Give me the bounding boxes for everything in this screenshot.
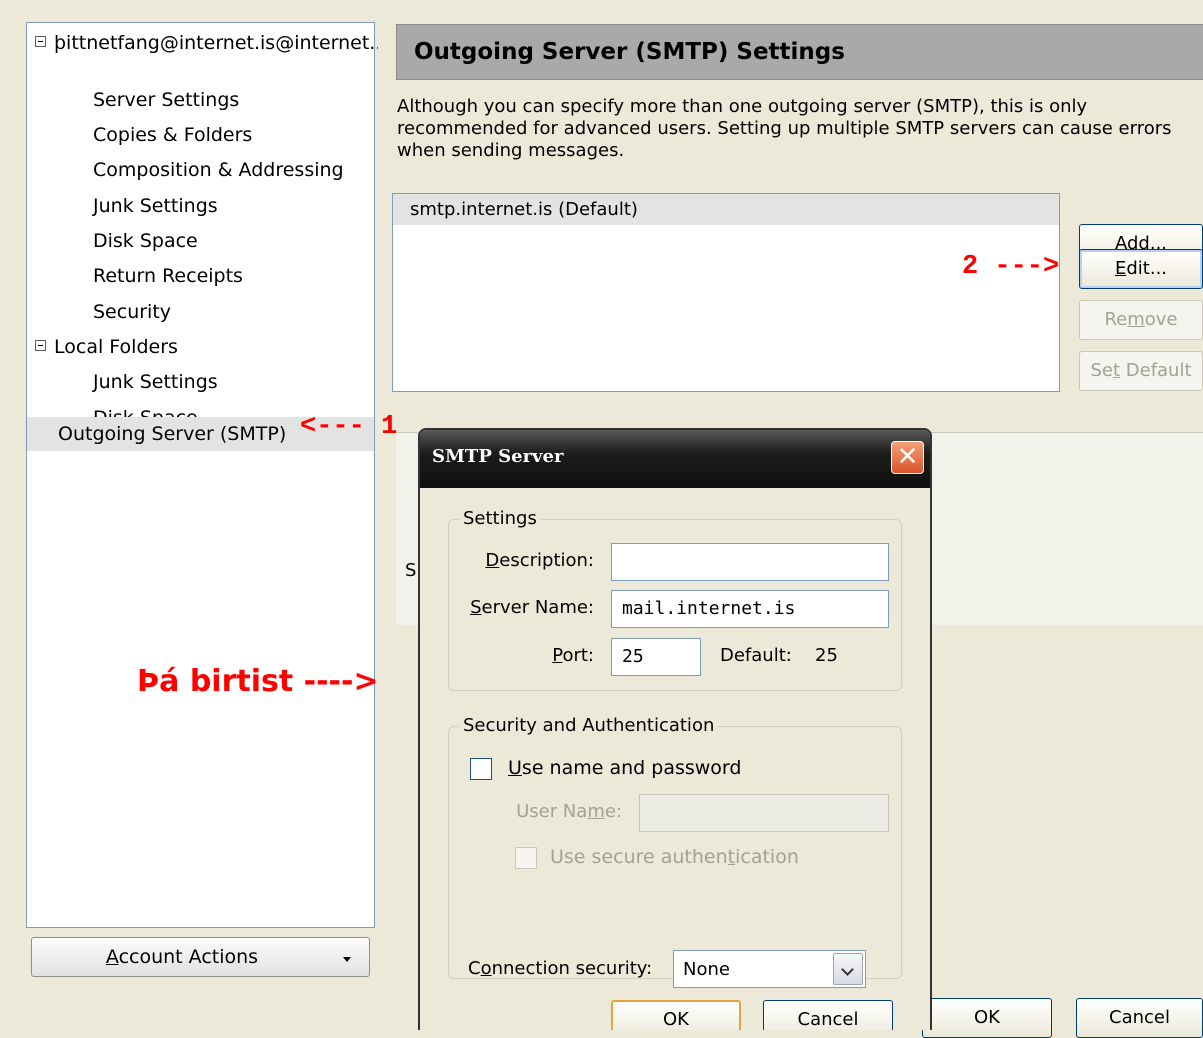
smtp-description-text: Although you can specify more than one o…	[397, 96, 1172, 161]
tree-item-label: Junk Settings	[93, 371, 218, 393]
cancel-button[interactable]: Cancel	[1076, 998, 1203, 1038]
ok-button[interactable]: OK	[922, 998, 1052, 1038]
connection-security-select[interactable]: None	[673, 950, 866, 988]
tree-item-label: Outgoing Server (SMTP)	[58, 423, 287, 445]
dropdown-arrow-icon	[343, 957, 351, 962]
secure-auth-label: Use secure authentication	[550, 846, 799, 868]
tree-item-junk-settings[interactable]: Junk Settings	[27, 189, 374, 223]
server-name-label: Server Name:	[470, 597, 594, 618]
tree-item-local-junk-settings[interactable]: Junk Settings	[27, 365, 374, 399]
user-name-field[interactable]	[639, 794, 889, 832]
set-default-button[interactable]: Set Default	[1079, 351, 1203, 391]
default-port-label: Default:	[720, 645, 792, 666]
details-label: S	[405, 560, 417, 581]
server-name-field[interactable]: mail.internet.is	[611, 590, 889, 628]
edit-button[interactable]: Edit...	[1079, 249, 1203, 289]
dialog-ok-button[interactable]: OK	[611, 1000, 741, 1030]
tree-item-account[interactable]: þittnetfang@internet.is@internet...	[27, 26, 387, 60]
description-label: Description:	[485, 550, 594, 571]
tree-item-label: Local Folders	[54, 336, 178, 358]
dialog-body: Settings Description: Server Name: mail.…	[428, 488, 922, 1030]
tree-item-disk-space[interactable]: Disk Space	[27, 224, 374, 258]
chevron-down-icon[interactable]	[833, 953, 863, 985]
default-port-value: 25	[815, 645, 838, 666]
tree-item-label: Composition & Addressing	[93, 159, 344, 181]
collapse-icon[interactable]	[35, 36, 46, 47]
use-name-password-label[interactable]: Use name and password	[508, 757, 741, 779]
dialog-cancel-button[interactable]: Cancel	[763, 1000, 893, 1030]
port-field[interactable]: 25	[611, 638, 701, 676]
connection-security-value: None	[683, 959, 730, 980]
page-title: Outgoing Server (SMTP) Settings	[396, 24, 1203, 80]
annotation-step-2: 2 --->	[962, 252, 1060, 282]
settings-legend: Settings	[459, 508, 541, 529]
collapse-icon[interactable]	[35, 340, 46, 351]
account-actions-button[interactable]: Account Actions	[31, 937, 370, 977]
tree-item-label: Security	[93, 301, 172, 323]
security-legend: Security and Authentication	[459, 715, 719, 736]
secure-auth-checkbox[interactable]	[515, 847, 537, 869]
tree-item-copies-folders[interactable]: Copies & Folders	[27, 118, 374, 152]
account-actions-label: Account Actions	[105, 946, 259, 968]
tree-item-label: Server Settings	[93, 89, 240, 111]
tree-item-local-folders[interactable]: Local Folders	[27, 330, 374, 364]
port-label: Port:	[552, 645, 594, 666]
account-tree[interactable]: þittnetfang@internet.is@internet... Serv…	[26, 22, 387, 928]
annotation-step-1: <--- 1	[300, 412, 398, 442]
tree-item-return-receipts[interactable]: Return Receipts	[27, 259, 374, 293]
tree-item-label: Return Receipts	[93, 265, 243, 287]
close-icon[interactable]: ✕	[891, 441, 924, 474]
tree-item-label: Copies & Folders	[93, 124, 253, 146]
tree-item-label: Junk Settings	[93, 195, 218, 217]
annotation-then-appears: Þá birtist ---->	[137, 664, 379, 699]
use-name-password-checkbox[interactable]	[470, 758, 492, 780]
smtp-server-dialog: SMTP Server ✕ Settings Description: Serv…	[418, 428, 932, 1030]
connection-security-label: Connection security:	[468, 958, 653, 979]
smtp-server-row[interactable]: smtp.internet.is (Default)	[393, 194, 1059, 225]
user-name-label: User Name:	[516, 801, 622, 822]
tree-item-label: þittnetfang@internet.is@internet...	[54, 32, 388, 54]
tree-item-composition[interactable]: Composition & Addressing	[27, 153, 374, 187]
smtp-server-list[interactable]: smtp.internet.is (Default)	[392, 193, 1060, 392]
remove-button[interactable]: Remove	[1079, 300, 1203, 340]
dialog-titlebar[interactable]: SMTP Server ✕	[420, 430, 930, 488]
tree-item-security[interactable]: Security	[27, 295, 374, 329]
dialog-title: SMTP Server	[432, 446, 564, 467]
tree-item-server-settings[interactable]: Server Settings	[27, 83, 374, 117]
tree-item-label: Disk Space	[93, 230, 198, 252]
description-field[interactable]	[611, 543, 889, 581]
